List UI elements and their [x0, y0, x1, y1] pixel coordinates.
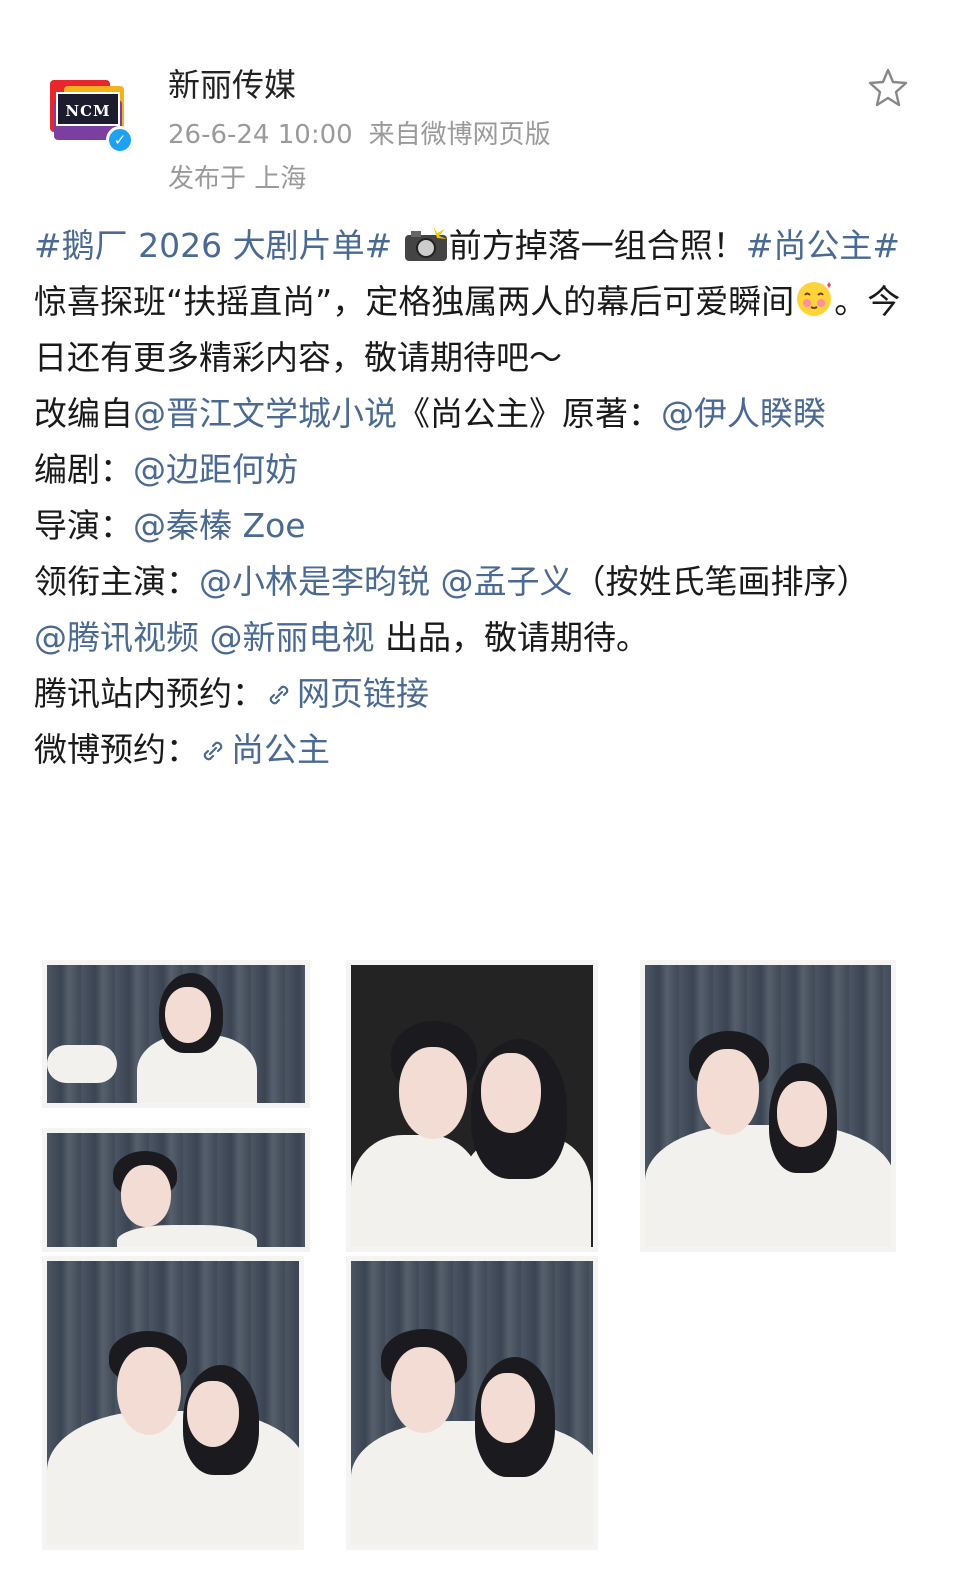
link-icon — [203, 741, 223, 761]
mention-jjwxc[interactable]: @晋江文学城小说 — [133, 394, 397, 433]
topic-link-2[interactable]: #尚公主# — [746, 226, 900, 265]
adapted-label: 改编自 — [34, 394, 133, 433]
post-source: 来自微博网页版 — [368, 120, 551, 150]
mention-cast-1[interactable]: @小林是李昀锐 — [199, 562, 430, 601]
writer-label: 编剧： — [34, 450, 133, 489]
verified-badge-icon: ✓ — [106, 126, 134, 154]
account-name[interactable]: 新丽传媒 — [168, 60, 296, 106]
producer-text: 出品，敬请期待。 — [374, 618, 649, 657]
intro-text-2: 惊喜探班“扶摇直尚”，定格独属两人的幕后可爱瞬间 — [34, 282, 795, 321]
mention-cast-2[interactable]: @孟子义 — [441, 562, 573, 601]
tencent-link-text: 网页链接 — [297, 674, 429, 713]
producer-line: @腾讯视频 @新丽电视 出品，敬请期待。 — [34, 610, 914, 666]
cast-line: 领衔主演：@小林是李昀锐 @孟子义（按姓氏笔画排序） — [34, 554, 914, 610]
cast-label: 领衔主演： — [34, 562, 199, 601]
post-meta: 26-6-24 10:00 来自微博网页版 — [168, 114, 567, 151]
photo-4[interactable] — [640, 960, 896, 1252]
photo-6[interactable] — [346, 1256, 598, 1550]
photo-2[interactable] — [42, 1128, 310, 1252]
adapted-title: 《尚公主》原著： — [397, 394, 661, 433]
mention-xinli-tv[interactable]: @新丽电视 — [210, 618, 375, 657]
post-content: #鹅厂 2026 大剧片单# 前方掉落一组合照！#尚公主# 惊喜探班“扶摇直尚”… — [34, 218, 914, 778]
weibo-link[interactable]: 尚公主 — [199, 730, 330, 769]
photo-1[interactable] — [42, 960, 310, 1108]
weibo-link-text: 尚公主 — [231, 730, 330, 769]
director-label: 导演： — [34, 506, 133, 545]
photo-5[interactable] — [42, 1256, 304, 1550]
shy-face-icon — [797, 282, 832, 316]
director-line: 导演：@秦榛 Zoe — [34, 498, 914, 554]
star-outline-icon[interactable] — [866, 66, 910, 110]
post-location: 发布于 上海 — [168, 164, 307, 194]
weibo-label: 微博预约： — [34, 730, 199, 769]
writer-line: 编剧：@边距何妨 — [34, 442, 914, 498]
mention-director[interactable]: @秦榛 Zoe — [133, 506, 306, 545]
photo-3[interactable] — [346, 960, 598, 1252]
mention-author[interactable]: @伊人睽睽 — [661, 394, 826, 433]
post-intro: #鹅厂 2026 大剧片单# 前方掉落一组合照！#尚公主# 惊喜探班“扶摇直尚”… — [34, 218, 914, 386]
cast-note: （按姓氏笔画排序） — [572, 562, 870, 601]
camera-flash-icon — [404, 225, 447, 261]
tencent-label: 腾讯站内预约： — [34, 674, 265, 713]
tencent-link[interactable]: 网页链接 — [265, 674, 429, 713]
mention-tencent-video[interactable]: @腾讯视频 — [34, 618, 199, 657]
logo-text: NCM — [56, 92, 120, 126]
adapted-line: 改编自@晋江文学城小说《尚公主》原著：@伊人睽睽 — [34, 386, 914, 442]
link-icon — [269, 685, 289, 705]
tencent-reserve-line: 腾讯站内预约： 网页链接 — [34, 666, 914, 722]
mention-writer[interactable]: @边距何妨 — [133, 450, 298, 489]
post-date: 26-6-24 10:00 — [168, 120, 353, 150]
topic-link[interactable]: #鹅厂 2026 大剧片单# — [34, 226, 392, 265]
intro-text: 前方掉落一组合照！ — [448, 226, 746, 265]
weibo-reserve-line: 微博预约： 尚公主 — [34, 722, 914, 778]
